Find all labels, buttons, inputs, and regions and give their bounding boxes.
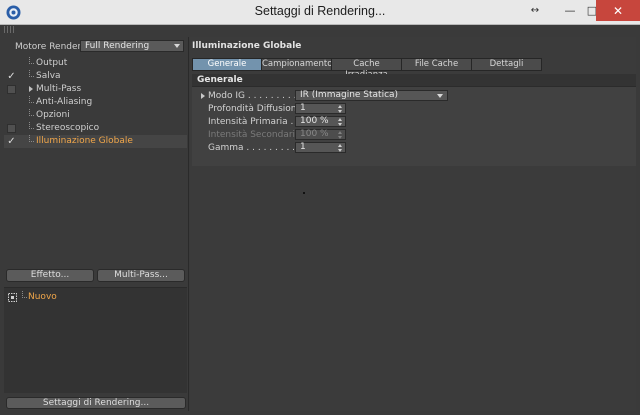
effect-button[interactable]: Effetto... xyxy=(6,269,94,282)
checkbox-icon[interactable] xyxy=(7,85,16,94)
right-panel: Illuminazione Globale Generale Campionam… xyxy=(190,37,636,411)
tree-branch-line xyxy=(29,109,34,116)
resize-icon[interactable]: ↔ xyxy=(518,0,552,21)
tree-item-opzioni[interactable]: Opzioni xyxy=(4,109,187,122)
gamma-field[interactable]: 1 xyxy=(295,142,346,153)
spinner-arrows-icon xyxy=(338,131,343,139)
tree-item-anti-aliasing[interactable]: Anti-Aliasing xyxy=(4,96,187,109)
section-title: Illuminazione Globale xyxy=(192,41,302,51)
group-title: Generale xyxy=(197,75,243,85)
expand-arrow-icon[interactable] xyxy=(201,93,205,99)
chevron-down-icon xyxy=(437,94,443,98)
checkmark-icon[interactable]: ✓ xyxy=(7,72,16,82)
tree-item-label: Stereoscopico xyxy=(36,123,100,133)
tree-branch-line xyxy=(29,70,34,77)
tab-bar: Generale Campionamento Cache Irradianza … xyxy=(192,58,542,80)
profondita-value: 1 xyxy=(300,103,306,113)
spinner-arrows-icon[interactable] xyxy=(338,118,343,126)
render-settings-button[interactable]: Settaggi di Rendering... xyxy=(6,397,186,409)
intensita-primaria-field[interactable]: 100 % xyxy=(295,116,346,127)
close-button[interactable]: ✕ xyxy=(596,0,640,21)
intensita-primaria-value: 100 % xyxy=(300,116,329,126)
param-modo-ig: Modo IG . . . . . . . . . . . IR (Immagi… xyxy=(192,90,636,102)
tree-item-label: Anti-Aliasing xyxy=(36,97,93,107)
tree-item-label: Output xyxy=(36,58,68,68)
tree-branch-line xyxy=(29,135,34,142)
modo-ig-label: Modo IG . . . . . . . . . . . xyxy=(208,91,308,101)
tree-branch-line xyxy=(22,291,27,298)
intensita-secondaria-label: Intensità Secondaria xyxy=(208,130,301,140)
tree-item-stereoscopico[interactable]: Stereoscopico xyxy=(4,122,187,135)
intensita-secondaria-field: 100 % xyxy=(295,129,346,140)
render-presets-list: Nuovo xyxy=(4,287,187,393)
expand-arrow-icon[interactable] xyxy=(29,86,33,92)
tree-item-label: Opzioni xyxy=(36,110,70,120)
tab-dettagli[interactable]: Dettagli xyxy=(471,58,542,71)
profondita-label: Profondità Diffusione xyxy=(208,104,303,114)
chevron-down-icon xyxy=(174,44,180,48)
spinner-arrows-icon[interactable] xyxy=(338,144,343,152)
tree-item-label: Salva xyxy=(36,71,61,81)
tree-item-label: Illuminazione Globale xyxy=(36,136,133,146)
tree-item-illuminazione-globale[interactable]: ✓ Illuminazione Globale xyxy=(4,135,187,148)
spinner-arrows-icon[interactable] xyxy=(338,105,343,113)
generale-group: Generale Modo IG . . . . . . . . . . . I… xyxy=(192,74,636,166)
tree-branch-line xyxy=(29,96,34,103)
title-bar: Settaggi di Rendering... ↔ — □ ✕ xyxy=(0,0,640,25)
render-setting-icon xyxy=(8,293,17,302)
tab-campionamento[interactable]: Campionamento xyxy=(261,58,332,71)
group-header[interactable]: Generale xyxy=(192,74,636,87)
intensita-primaria-label: Intensità Primaria . . . xyxy=(208,117,305,127)
tab-cache-irradianza[interactable]: Cache Irradianza xyxy=(331,58,402,80)
preset-item[interactable]: Nuovo xyxy=(4,291,187,304)
modo-ig-select[interactable]: IR (Immagine Statica) xyxy=(295,90,448,101)
tree-item-salva[interactable]: ✓ Salva xyxy=(4,70,187,83)
left-panel: Motore Render Full Rendering Output ✓ Sa… xyxy=(4,37,187,411)
grip-icon[interactable] xyxy=(4,26,16,33)
param-intensita-primaria: Intensità Primaria . . . 100 % xyxy=(192,116,636,128)
param-gamma: Gamma . . . . . . . . . . . . 1 xyxy=(192,142,636,154)
param-intensita-secondaria: Intensità Secondaria 100 % xyxy=(192,129,636,141)
intensita-secondaria-value: 100 % xyxy=(300,129,329,139)
gamma-value: 1 xyxy=(300,142,306,152)
render-engine-row: Motore Render Full Rendering xyxy=(4,40,187,53)
checkbox-icon[interactable] xyxy=(7,124,16,133)
tree-item-output[interactable]: Output xyxy=(4,57,187,70)
tree-branch-line xyxy=(29,57,34,64)
tree-item-multi-pass[interactable]: Multi-Pass xyxy=(4,83,187,96)
render-engine-value: Full Rendering xyxy=(85,41,150,51)
drag-strip xyxy=(0,25,640,35)
preset-label: Nuovo xyxy=(28,292,57,302)
modo-ig-value: IR (Immagine Statica) xyxy=(300,90,399,100)
tab-file-cache[interactable]: File Cache xyxy=(401,58,472,71)
cursor-dot xyxy=(303,192,305,194)
render-engine-label: Motore Render xyxy=(15,42,82,52)
panel-divider[interactable] xyxy=(188,37,189,411)
multipass-button[interactable]: Multi-Pass... xyxy=(97,269,185,282)
param-profondita: Profondità Diffusione 1 xyxy=(192,103,636,115)
profondita-field[interactable]: 1 xyxy=(295,103,346,114)
tree-item-label: Multi-Pass xyxy=(36,84,82,94)
tree-branch-line xyxy=(29,122,34,129)
render-engine-select[interactable]: Full Rendering xyxy=(80,40,184,52)
checkmark-icon[interactable]: ✓ xyxy=(7,137,16,147)
tab-generale[interactable]: Generale xyxy=(192,58,262,71)
settings-tree: Output ✓ Salva Multi-Pass Anti-Aliasing … xyxy=(4,57,187,148)
